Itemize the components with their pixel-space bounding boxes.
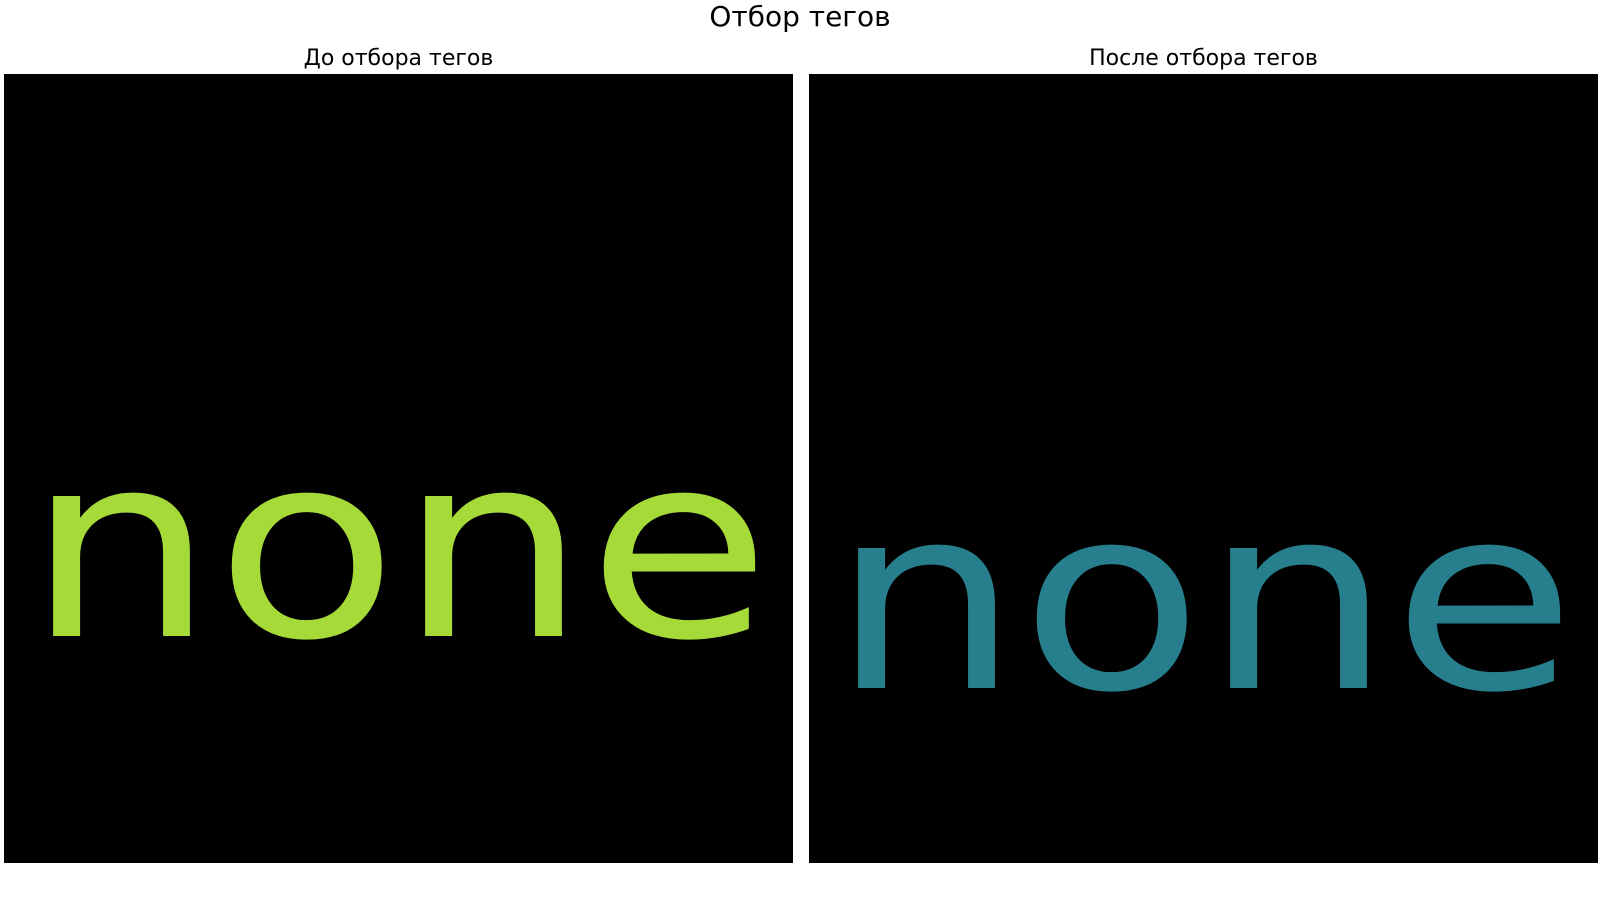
panel-after-wordcloud: none (809, 74, 1598, 863)
panel-before-wordcloud: none (4, 74, 793, 863)
word-none-after: none (831, 451, 1576, 749)
panel-before-title: До отбора тегов (303, 46, 494, 71)
word-none-before: none (26, 399, 771, 697)
wordcloud-before-canvas: none (4, 74, 793, 863)
panel-after-title: После отбора тегов (1089, 46, 1318, 71)
wordcloud-after-canvas: none (809, 74, 1598, 863)
figure-title: Отбор тегов (709, 0, 891, 33)
figure: Отбор тегов До отбора тегов none После о… (0, 0, 1600, 900)
